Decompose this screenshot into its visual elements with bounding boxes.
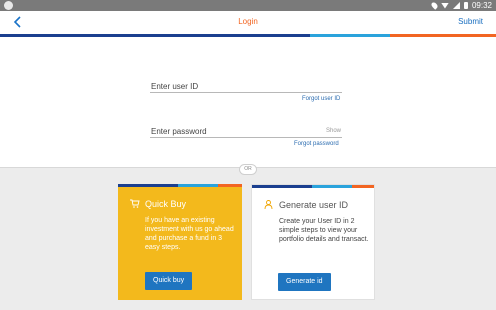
app-header: Login Submit bbox=[0, 11, 496, 34]
header-stripe bbox=[0, 34, 496, 37]
notification-icon bbox=[4, 1, 13, 10]
battery-icon bbox=[463, 2, 468, 9]
quick-buy-title: Quick Buy bbox=[145, 199, 187, 209]
forgot-user-id-link[interactable]: Forgot user ID bbox=[302, 96, 340, 102]
status-bar: 09:32 bbox=[0, 0, 496, 11]
generate-user-id-description: Create your User ID in 2 simple steps to… bbox=[279, 218, 369, 243]
user-id-field[interactable]: Enter user ID bbox=[150, 79, 342, 93]
signal-icon bbox=[452, 2, 460, 9]
password-field[interactable]: Enter password Show bbox=[150, 124, 342, 138]
show-password-toggle[interactable]: Show bbox=[326, 128, 341, 134]
or-divider: OR bbox=[239, 164, 257, 175]
quick-buy-card: Quick Buy If you have an existing invest… bbox=[118, 184, 242, 300]
options-section bbox=[0, 167, 496, 310]
user-icon bbox=[264, 200, 273, 211]
status-icons: 09:32 bbox=[430, 0, 492, 11]
generate-user-id-card: Generate user ID Create your User ID in … bbox=[251, 184, 375, 300]
location-icon bbox=[430, 1, 439, 10]
forgot-password-link[interactable]: Forgot password bbox=[294, 141, 339, 147]
cart-icon bbox=[130, 199, 140, 210]
clock: 09:32 bbox=[471, 1, 492, 10]
submit-button[interactable]: Submit bbox=[458, 17, 483, 26]
quick-buy-description: If you have an existing investment with … bbox=[145, 217, 234, 251]
generate-user-id-title: Generate user ID bbox=[279, 200, 349, 210]
wifi-icon bbox=[440, 2, 449, 9]
page-title: Login bbox=[238, 17, 258, 26]
password-placeholder: Enter password bbox=[151, 127, 207, 136]
generate-id-button[interactable]: Generate id bbox=[278, 273, 331, 291]
user-id-placeholder: Enter user ID bbox=[151, 82, 199, 91]
quick-buy-button[interactable]: Quick buy bbox=[145, 272, 193, 290]
